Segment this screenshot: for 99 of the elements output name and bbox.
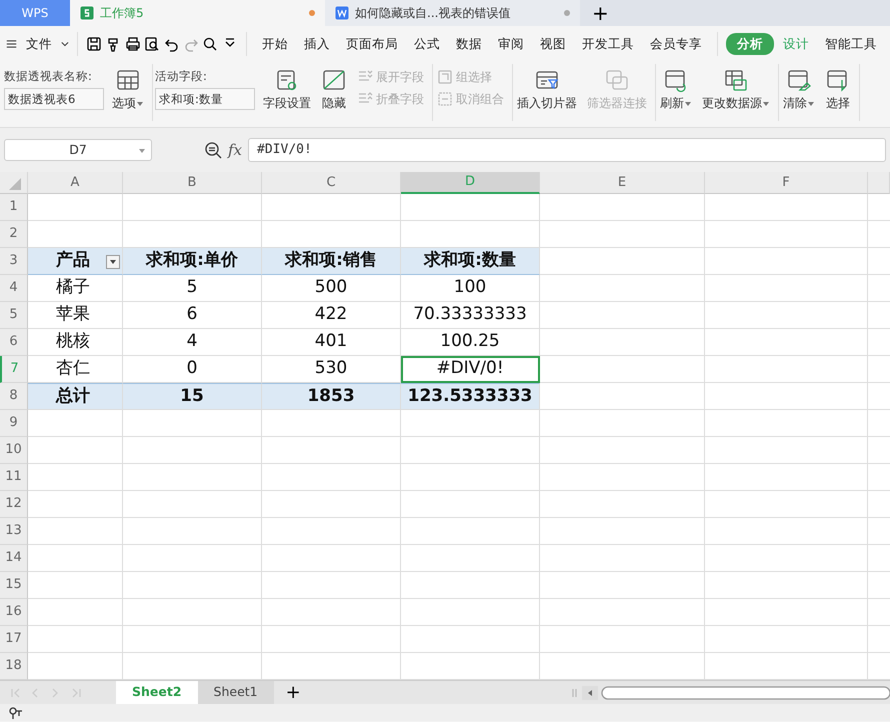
ribbon-button[interactable]: 更改数据源 — [700, 64, 772, 121]
row-header[interactable]: 3 — [0, 248, 28, 275]
row-header[interactable]: 7 — [0, 356, 28, 383]
dropdown-icon[interactable] — [138, 148, 146, 154]
window-tab[interactable]: 工作簿5 — [70, 0, 325, 26]
table-cell: 422 — [262, 302, 401, 329]
menu-tab[interactable]: 分析 — [726, 32, 774, 56]
print-icon[interactable] — [125, 36, 142, 52]
connect-icon — [604, 68, 630, 92]
field-label: 数据透视表名称: — [4, 68, 93, 85]
table-cell: 100.25 — [401, 329, 540, 356]
window-tab[interactable]: 如何隐藏或自...视表的错误值 — [325, 0, 580, 26]
function-button[interactable]: fx — [228, 138, 242, 162]
spreadsheet-icon — [80, 6, 94, 20]
table-cell: 401 — [262, 329, 401, 356]
table-cell: 苹果 — [28, 302, 123, 329]
column-header[interactable]: F — [705, 172, 868, 194]
row-header[interactable]: 4 — [0, 275, 28, 302]
menu-tab[interactable]: 数据 — [449, 32, 490, 56]
ribbon-button[interactable]: 选项 — [110, 64, 146, 121]
menu-icon[interactable] — [6, 38, 18, 50]
search-icon[interactable] — [202, 36, 218, 52]
zoom-icon[interactable] — [204, 141, 222, 159]
menu-tab[interactable]: 会员专享 — [643, 32, 710, 56]
sheet-tab[interactable]: Sheet1 — [198, 681, 274, 704]
menu-tab[interactable]: 公式 — [407, 32, 448, 56]
text-field[interactable]: 求和项:数量 — [155, 88, 255, 110]
file-menu[interactable]: 文件 — [19, 32, 60, 56]
ribbon-button[interactable]: 字段设置 — [261, 64, 313, 121]
new-tab-button[interactable]: + — [580, 0, 621, 26]
row-header[interactable]: 8 — [0, 383, 28, 410]
table-cell: 1853 — [262, 383, 401, 410]
sheet-tab[interactable]: Sheet2 — [116, 681, 198, 704]
group-icon — [437, 69, 453, 85]
table-cell: 123.5333333 — [401, 383, 540, 410]
caret-icon — [109, 259, 117, 265]
table-cell: 100 — [401, 275, 540, 302]
menu-tab[interactable]: 页面布局 — [339, 32, 406, 56]
ribbon-button[interactable]: 插入切片器 — [515, 64, 579, 121]
active-cell[interactable]: #DIV/0! — [401, 356, 540, 383]
menu-tab[interactable]: 视图 — [533, 32, 574, 56]
table-cell: 6 — [123, 302, 262, 329]
row-header[interactable]: 6 — [0, 329, 28, 356]
table-cell: 5 — [123, 275, 262, 302]
text-field[interactable]: 数据透视表6 — [4, 88, 104, 110]
ribbon-button[interactable]: 刷新 — [658, 64, 694, 121]
menu-tab[interactable]: 审阅 — [491, 32, 532, 56]
table-cell: 橘子 — [28, 275, 123, 302]
menu-tab[interactable]: 开始 — [255, 32, 296, 56]
ribbon-button[interactable]: 隐藏 — [319, 64, 349, 121]
print-preview-icon[interactable] — [144, 36, 160, 52]
macro-icon[interactable] — [8, 706, 24, 720]
row-header[interactable]: 5 — [0, 302, 28, 329]
window-tab[interactable]: WPS — [0, 0, 70, 26]
ribbon-button[interactable]: 清除 — [781, 64, 817, 121]
formula-field[interactable]: #DIV/0! — [248, 138, 886, 162]
menu-tab[interactable]: 开发工具 — [575, 32, 642, 56]
row-header[interactable]: 1 — [0, 194, 28, 221]
row-header[interactable]: 2 — [0, 221, 28, 248]
table-cell: 15 — [123, 383, 262, 410]
table-cell: 求和项:数量 — [401, 248, 540, 275]
data-source-icon — [723, 68, 749, 92]
filter-button[interactable] — [106, 255, 120, 269]
table-cell: 总计 — [28, 383, 123, 410]
ungroup-icon — [437, 91, 453, 107]
document-icon — [335, 6, 349, 20]
name-box[interactable]: D7 — [4, 139, 152, 161]
row-header[interactable]: 13 — [0, 518, 28, 545]
row-header[interactable]: 9 — [0, 410, 28, 437]
table-cell: 桃核 — [28, 329, 123, 356]
table-cell: 求和项:单价 — [123, 248, 262, 275]
table-cell: 4 — [123, 329, 262, 356]
clear-icon — [786, 68, 812, 92]
column-header[interactable]: A — [28, 172, 123, 194]
column-header[interactable]: E — [540, 172, 705, 194]
caret-icon[interactable] — [61, 40, 69, 48]
table-cell: 70.33333333 — [401, 302, 540, 329]
row-header[interactable]: 14 — [0, 545, 28, 572]
table-icon — [115, 68, 141, 92]
table-cell: 求和项:销售 — [262, 248, 401, 275]
column-header[interactable]: C — [262, 172, 401, 194]
ribbon-button[interactable]: 选择 — [823, 64, 853, 121]
row-header[interactable]: 15 — [0, 572, 28, 599]
row-header[interactable]: 11 — [0, 464, 28, 491]
row-header[interactable]: 12 — [0, 491, 28, 518]
row-header[interactable]: 17 — [0, 626, 28, 653]
menu-tab[interactable]: 插入 — [297, 32, 338, 56]
save-icon[interactable] — [86, 36, 102, 52]
column-header[interactable]: B — [123, 172, 262, 194]
menu-tab[interactable]: 设计 — [776, 32, 816, 56]
add-sheet-button[interactable]: + — [274, 681, 313, 704]
row-header[interactable]: 18 — [0, 653, 28, 680]
table-cell: 产品 — [28, 248, 123, 275]
menu-tab[interactable]: 智能工具 — [818, 32, 884, 56]
row-header[interactable]: 16 — [0, 599, 28, 626]
hide-icon — [321, 68, 347, 92]
table-cell: 500 — [262, 275, 401, 302]
row-header[interactable]: 10 — [0, 437, 28, 464]
field-label: 活动字段: — [155, 68, 208, 85]
